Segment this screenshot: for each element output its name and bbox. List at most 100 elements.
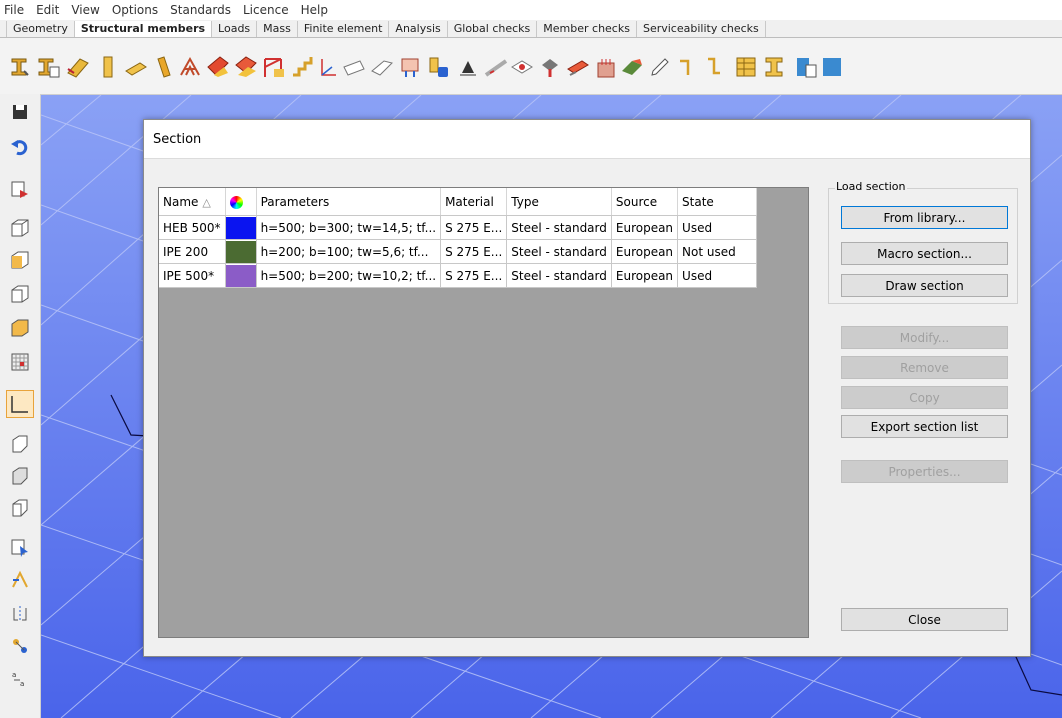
transform-icon[interactable] (10, 570, 30, 590)
view-top-icon[interactable] (10, 318, 30, 338)
view-3d-icon[interactable] (10, 218, 30, 238)
beam-icon[interactable] (66, 55, 90, 79)
member-load-icon[interactable] (620, 55, 644, 79)
hinge-icon[interactable] (510, 55, 534, 79)
menu-help[interactable]: Help (295, 0, 334, 20)
svg-text:a: a (20, 680, 24, 688)
cell-name: IPE 200 (159, 239, 226, 264)
col-header-source[interactable]: Source (611, 188, 679, 216)
cell-type: Steel - standard (506, 239, 612, 264)
grid-load-icon[interactable] (594, 55, 618, 79)
extrude2-icon[interactable] (10, 466, 30, 486)
col-header-color[interactable] (225, 188, 257, 216)
color-swatch (225, 240, 256, 263)
verify2-icon[interactable] (820, 55, 844, 79)
menu-options[interactable]: Options (106, 0, 164, 20)
from-library-button[interactable]: From library... (841, 206, 1008, 229)
menu-standards[interactable]: Standards (164, 0, 237, 20)
member-red-icon[interactable] (206, 55, 230, 79)
i-section-icon[interactable] (762, 55, 786, 79)
menu-view[interactable]: View (65, 0, 105, 20)
copy-button[interactable]: Copy (841, 386, 1008, 409)
member-multi-icon[interactable] (234, 55, 258, 79)
properties-button[interactable]: Properties... (841, 460, 1008, 483)
section-table-area[interactable]: Name △ Parameters Material Type Source St… (158, 187, 809, 638)
hook-icon[interactable] (674, 55, 698, 79)
export-section-list-button[interactable]: Export section list (841, 415, 1008, 438)
menu-bar: File Edit View Options Standards Licence… (0, 0, 1062, 20)
release-icon[interactable] (484, 55, 508, 79)
extrude-icon[interactable] (10, 434, 30, 454)
col-header-state[interactable]: State (677, 188, 758, 216)
plate-icon[interactable] (124, 55, 148, 79)
save-icon[interactable] (10, 102, 30, 122)
load-icon[interactable] (538, 55, 562, 79)
menu-licence[interactable]: Licence (237, 0, 295, 20)
cell-color (225, 263, 257, 288)
tab-geometry[interactable]: Geometry (6, 21, 75, 37)
tab-finite-element[interactable]: Finite element (298, 21, 390, 37)
draw-section-button[interactable]: Draw section (841, 274, 1008, 297)
col-header-parameters[interactable]: Parameters (256, 188, 442, 216)
tab-global-checks[interactable]: Global checks (448, 21, 538, 37)
tab-member-checks[interactable]: Member checks (537, 21, 637, 37)
remove-button[interactable]: Remove (841, 356, 1008, 379)
renumber-icon[interactable]: aa (10, 668, 30, 688)
close-button[interactable]: Close (841, 608, 1008, 631)
column-icon[interactable] (96, 55, 120, 79)
frame-icon[interactable] (262, 55, 286, 79)
view-side-icon[interactable] (10, 284, 30, 304)
col-header-name[interactable]: Name △ (159, 188, 226, 216)
table-icon[interactable] (734, 55, 758, 79)
col-header-type[interactable]: Type (506, 188, 612, 216)
nodes-icon[interactable] (10, 636, 30, 656)
bracing-icon[interactable] (152, 55, 176, 79)
table-row[interactable]: IPE 500* h=500; b=200; tw=10,2; tf... S … (159, 263, 758, 288)
cell-source: European (611, 263, 679, 288)
verify-icon[interactable] (794, 55, 818, 79)
mirror-icon[interactable] (10, 604, 30, 624)
modify-button[interactable]: Modify... (841, 326, 1008, 349)
axis-icon[interactable] (316, 55, 340, 79)
menu-file[interactable]: File (0, 0, 30, 20)
truss-icon[interactable] (178, 55, 202, 79)
load-section-label: Load section (835, 180, 907, 193)
tab-mass[interactable]: Mass (257, 21, 298, 37)
tab-loads[interactable]: Loads (212, 21, 258, 37)
stairs-icon[interactable] (290, 55, 314, 79)
menu-edit[interactable]: Edit (30, 0, 65, 20)
dialog-title: Section (153, 132, 202, 147)
distributed-load-icon[interactable] (566, 55, 590, 79)
hook2-icon[interactable] (702, 55, 726, 79)
view-front-icon[interactable] (10, 250, 30, 270)
section-view-icon[interactable] (6, 390, 34, 418)
mass-icon[interactable] (426, 55, 450, 79)
macro-section-button[interactable]: Macro section... (841, 242, 1008, 265)
node-support-icon[interactable] (456, 55, 480, 79)
grid-view-icon[interactable] (10, 352, 30, 372)
section-i-icon[interactable] (8, 55, 32, 79)
tab-analysis[interactable]: Analysis (389, 21, 448, 37)
tab-serviceability-checks[interactable]: Serviceability checks (637, 21, 766, 37)
table-row[interactable]: HEB 500* h=500; b=300; tw=14,5; tf... S … (159, 215, 758, 240)
extrude3-icon[interactable] (10, 498, 30, 518)
section-table-body: HEB 500* h=500; b=300; tw=14,5; tf... S … (159, 215, 758, 288)
sort-ascending-icon: △ (202, 195, 211, 209)
svg-text:a: a (12, 671, 16, 679)
color-wheel-icon (229, 195, 243, 209)
surface-icon[interactable] (342, 55, 366, 79)
cell-name: HEB 500* (159, 215, 226, 240)
cell-material: S 275 E... (440, 215, 508, 240)
section-list-icon[interactable] (36, 55, 60, 79)
coordinates-icon[interactable] (10, 180, 30, 200)
select-icon[interactable] (10, 538, 30, 558)
undo-icon[interactable] (10, 136, 30, 156)
pencil-icon[interactable] (648, 55, 672, 79)
tab-structural-members[interactable]: Structural members (74, 21, 213, 37)
section-table: Name △ Parameters Material Type Source St… (159, 188, 758, 288)
support-icon[interactable] (398, 55, 422, 79)
table-row[interactable]: IPE 200 h=200; b=100; tw=5,6; tf... S 27… (159, 239, 758, 264)
dialog-titlebar[interactable]: Section (144, 120, 1030, 159)
surface2-icon[interactable] (370, 55, 394, 79)
col-header-material[interactable]: Material (440, 188, 508, 216)
